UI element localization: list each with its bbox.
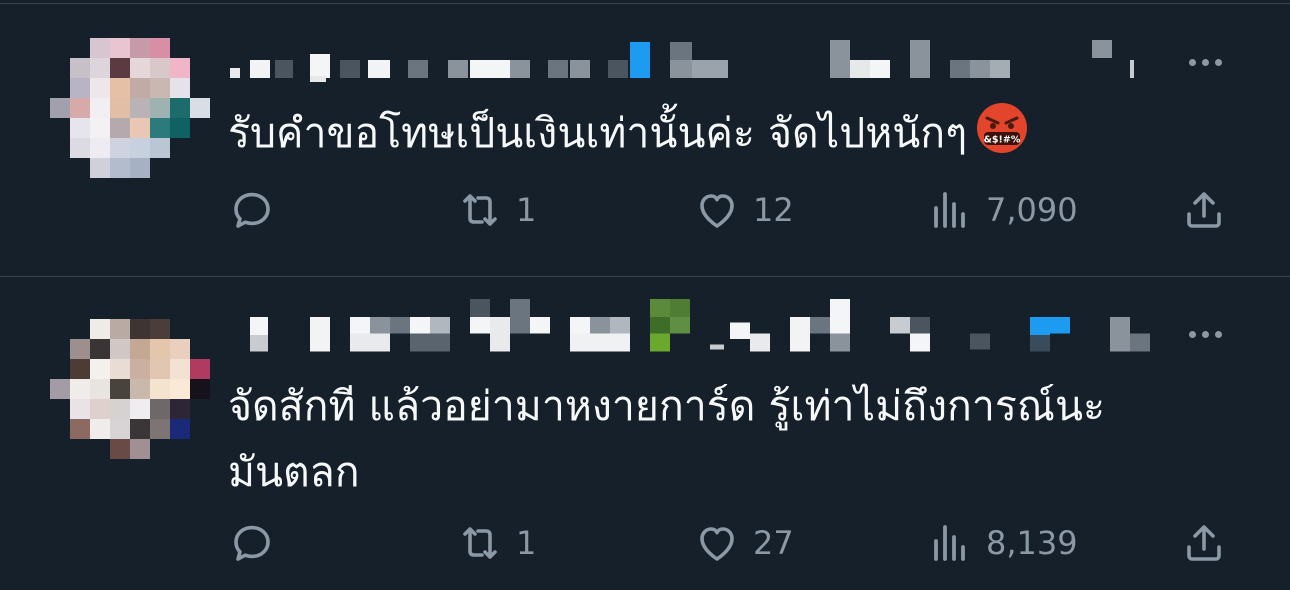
reply-button[interactable] bbox=[228, 185, 276, 235]
view-count: 8,139 bbox=[986, 524, 1078, 562]
more-options-button[interactable] bbox=[1180, 324, 1230, 344]
reply-icon bbox=[234, 525, 270, 561]
more-icon bbox=[1188, 58, 1196, 66]
views-button[interactable]: 7,090 bbox=[926, 185, 1078, 235]
emoji-symbols-text: &$!#% bbox=[984, 135, 1021, 146]
heart-icon bbox=[700, 194, 734, 228]
retweet-icon bbox=[463, 194, 497, 226]
tweet-actions: 1 12 7,090 bbox=[228, 185, 1228, 235]
like-button[interactable]: 12 bbox=[693, 185, 794, 235]
tweet-text: รับคำขอโทษเป็นเงินเท่านั้นค่ะ จัดไปหนักๆ… bbox=[228, 100, 1208, 166]
like-count: 27 bbox=[753, 524, 794, 562]
views-chart-icon bbox=[934, 192, 965, 228]
display-name-redacted[interactable] bbox=[230, 297, 1150, 357]
retweet-button[interactable]: 1 bbox=[456, 518, 536, 568]
tweet-actions: 1 27 8,139 bbox=[228, 518, 1228, 568]
heart-icon bbox=[700, 527, 734, 561]
views-chart-icon bbox=[934, 525, 965, 561]
share-button[interactable] bbox=[1180, 518, 1228, 568]
avatar[interactable] bbox=[50, 38, 210, 178]
tweet-text-content: รับคำขอโทษเป็นเงินเท่านั้นค่ะ จัดไปหนักๆ bbox=[228, 109, 968, 157]
like-count: 12 bbox=[753, 191, 794, 229]
face-with-symbols-on-mouth-emoji: &$!#% bbox=[975, 101, 1029, 155]
retweet-icon bbox=[463, 527, 497, 559]
tweet-text: จัดสักที แล้วอย่ามาหงายการ์ด รู้เท่าไม่ถ… bbox=[228, 382, 1105, 496]
view-count: 7,090 bbox=[986, 191, 1078, 229]
like-button[interactable]: 27 bbox=[693, 518, 794, 568]
more-options-button[interactable] bbox=[1180, 52, 1230, 72]
reply-icon bbox=[234, 192, 270, 228]
display-name-redacted[interactable] bbox=[230, 38, 1150, 98]
reply-button[interactable] bbox=[228, 518, 276, 568]
share-icon bbox=[1187, 192, 1221, 228]
retweet-count: 1 bbox=[516, 191, 537, 229]
more-icon bbox=[1188, 330, 1196, 338]
avatar[interactable] bbox=[50, 319, 210, 459]
share-icon bbox=[1187, 525, 1221, 561]
tweet-1[interactable]: รับคำขอโทษเป็นเงินเท่านั้นค่ะ จัดไปหนักๆ… bbox=[0, 0, 1290, 275]
tweet-2[interactable]: จัดสักที แล้วอย่ามาหงายการ์ด รู้เท่าไม่ถ… bbox=[0, 277, 1290, 590]
share-button[interactable] bbox=[1180, 185, 1228, 235]
views-button[interactable]: 8,139 bbox=[926, 518, 1078, 568]
retweet-button[interactable]: 1 bbox=[456, 185, 536, 235]
retweet-count: 1 bbox=[516, 524, 537, 562]
